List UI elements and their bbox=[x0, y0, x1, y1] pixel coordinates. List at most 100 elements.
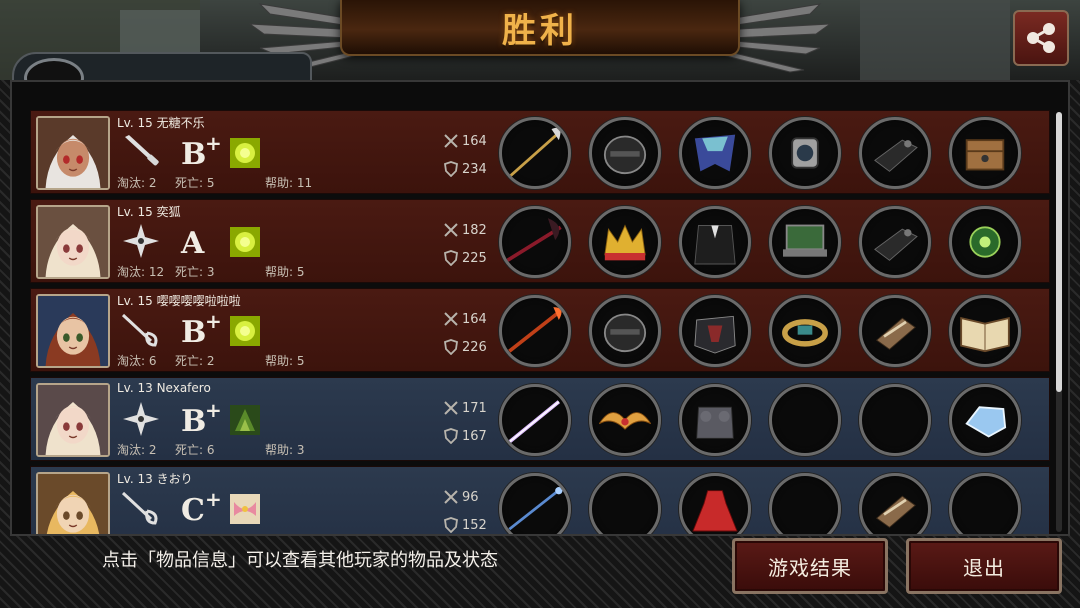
player-row[interactable]: Lv. 13 Nexafero B + 淘汰: 2 死亡: 6 帮助: 3 171 167 bbox=[30, 377, 1050, 461]
empty-item-slot[interactable] bbox=[859, 384, 931, 456]
player-level-name: Lv. 15 奕狐 bbox=[117, 205, 181, 219]
rank-grade: B + bbox=[179, 309, 223, 350]
player-results-panel[interactable]: Lv. 15 无糖不乐 B + 淘汰: 2 死亡: 5 帮助: 11 164 234 Lv. … bbox=[10, 80, 1070, 536]
knife-icon bbox=[119, 133, 163, 171]
item-slot-ice-crystal[interactable] bbox=[949, 384, 1021, 456]
player-avatar[interactable] bbox=[36, 294, 110, 368]
shield-icon bbox=[444, 339, 458, 355]
exit-button[interactable]: 退出 bbox=[906, 538, 1062, 594]
game-result-button[interactable]: 游戏结果 bbox=[732, 538, 888, 594]
item-slot-wooden-chest[interactable] bbox=[949, 117, 1021, 189]
rank-letter: B bbox=[181, 315, 207, 350]
player-row[interactable]: Lv. 15 无糖不乐 B + 淘汰: 2 死亡: 5 帮助: 11 164 234 bbox=[30, 110, 1050, 194]
player-avatar[interactable] bbox=[36, 472, 110, 534]
item-slot-blue-cape[interactable] bbox=[679, 117, 751, 189]
item-slot-stone-armor[interactable] bbox=[679, 384, 751, 456]
item-slot-dark-armor[interactable] bbox=[679, 295, 751, 367]
yellow-orb-skill-icon bbox=[230, 316, 260, 346]
rank-plus: + bbox=[205, 309, 222, 333]
kills-stat: 淘汰: 2 bbox=[117, 176, 157, 190]
rank-letter: B bbox=[181, 137, 207, 172]
kills-stat: 淘汰: 2 bbox=[117, 443, 157, 457]
assists-stat: 帮助: 5 bbox=[265, 354, 305, 368]
defense-stat: 152 bbox=[443, 517, 487, 533]
item-slot-red-dress[interactable] bbox=[679, 473, 751, 534]
crossed-swords-icon bbox=[444, 223, 458, 237]
rank-letter: A bbox=[181, 226, 205, 261]
player-avatar[interactable] bbox=[36, 205, 110, 279]
item-slot-black-helmet[interactable] bbox=[589, 117, 661, 189]
crossed-swords-icon bbox=[444, 134, 458, 148]
item-slot-black-gauntlet[interactable] bbox=[859, 206, 931, 278]
kills-stat: 淘汰: 6 bbox=[117, 354, 157, 368]
player-avatar[interactable] bbox=[36, 383, 110, 457]
scrollbar-thumb[interactable] bbox=[1056, 112, 1062, 392]
page-title: 胜利 bbox=[502, 10, 578, 51]
attack-stat: 96 bbox=[443, 489, 479, 505]
pink-ribbon-skill-icon bbox=[230, 494, 260, 524]
item-slot-black-helmet[interactable] bbox=[589, 295, 661, 367]
deaths-stat: 死亡: 5 bbox=[175, 176, 215, 190]
item-slot-dark-scythe[interactable] bbox=[499, 206, 571, 278]
rapier-icon bbox=[119, 489, 163, 527]
item-slot-gold-bracelet[interactable] bbox=[769, 295, 841, 367]
attack-stat: 182 bbox=[443, 222, 487, 238]
shuriken-icon bbox=[119, 222, 163, 260]
shuriken-icon bbox=[119, 400, 163, 438]
item-info-hint: 点击「物品信息」可以查看其他玩家的物品及状态 bbox=[102, 550, 498, 571]
share-button[interactable] bbox=[1013, 10, 1069, 66]
deaths-stat: 死亡: 3 bbox=[175, 265, 215, 279]
yellow-orb-skill-icon bbox=[230, 138, 260, 168]
player-level-name: Lv. 13 Nexafero bbox=[117, 381, 211, 395]
crossed-swords-icon bbox=[444, 490, 458, 504]
shield-icon bbox=[444, 428, 458, 444]
empty-item-slot[interactable] bbox=[589, 473, 661, 534]
player-row[interactable]: Lv. 15 嘤嘤嘤嘤啦啦啦 B + 淘汰: 6 死亡: 2 帮助: 5 164 226 bbox=[30, 288, 1050, 372]
shield-icon bbox=[444, 161, 458, 177]
empty-item-slot[interactable] bbox=[949, 473, 1021, 534]
empty-item-slot[interactable] bbox=[769, 384, 841, 456]
share-icon bbox=[1027, 23, 1055, 53]
kills-stat: 淘汰: 12 bbox=[117, 265, 165, 279]
item-slot-bandaged-gauntlet[interactable] bbox=[859, 295, 931, 367]
item-slot-bandaged-gauntlet[interactable] bbox=[859, 473, 931, 534]
rank-letter: B bbox=[181, 404, 207, 439]
player-level-name: Lv. 15 无糖不乐 bbox=[117, 116, 205, 130]
item-slot-winged-tiara[interactable] bbox=[589, 384, 661, 456]
rank-plus: + bbox=[205, 131, 222, 155]
player-level-name: Lv. 13 きおり bbox=[117, 472, 193, 486]
item-slot-blue-staff[interactable] bbox=[499, 473, 571, 534]
item-slot-black-gauntlet[interactable] bbox=[859, 117, 931, 189]
rank-grade: C + bbox=[179, 487, 223, 528]
rank-letter: C bbox=[181, 493, 205, 528]
item-slot-green-orb-amulet[interactable] bbox=[949, 206, 1021, 278]
item-slot-black-suit[interactable] bbox=[679, 206, 751, 278]
rank-plus: + bbox=[205, 398, 222, 422]
rank-grade: B + bbox=[179, 131, 223, 172]
item-slot-flame-spear[interactable] bbox=[499, 295, 571, 367]
deaths-stat: 死亡: 6 bbox=[175, 443, 215, 457]
item-slot-royal-crown[interactable] bbox=[589, 206, 661, 278]
defense-stat: 226 bbox=[443, 339, 487, 355]
empty-item-slot[interactable] bbox=[769, 473, 841, 534]
yellow-orb-skill-icon bbox=[230, 227, 260, 257]
assists-stat: 帮助: 5 bbox=[265, 265, 305, 279]
attack-stat: 164 bbox=[443, 133, 487, 149]
player-avatar[interactable] bbox=[36, 116, 110, 190]
item-slot-open-book[interactable] bbox=[949, 295, 1021, 367]
scrollbar[interactable] bbox=[1056, 112, 1062, 532]
player-header-strip bbox=[12, 52, 312, 98]
deaths-stat: 死亡: 2 bbox=[175, 354, 215, 368]
rank-plus: + bbox=[205, 487, 222, 511]
item-slot-glaive-weapon[interactable] bbox=[499, 117, 571, 189]
shield-icon bbox=[444, 250, 458, 266]
item-slot-laptop-device[interactable] bbox=[769, 206, 841, 278]
item-slot-laser-sword[interactable] bbox=[499, 384, 571, 456]
item-slot-gear-watch[interactable] bbox=[769, 117, 841, 189]
assists-stat: 帮助: 3 bbox=[265, 443, 305, 457]
crossed-swords-icon bbox=[444, 401, 458, 415]
assists-stat: 帮助: 11 bbox=[265, 176, 313, 190]
player-row[interactable]: Lv. 13 きおり C +96 152 bbox=[30, 466, 1050, 534]
player-row[interactable]: Lv. 15 奕狐 A 淘汰: 12 死亡: 3 帮助: 5 182 225 bbox=[30, 199, 1050, 283]
attack-stat: 171 bbox=[443, 400, 487, 416]
